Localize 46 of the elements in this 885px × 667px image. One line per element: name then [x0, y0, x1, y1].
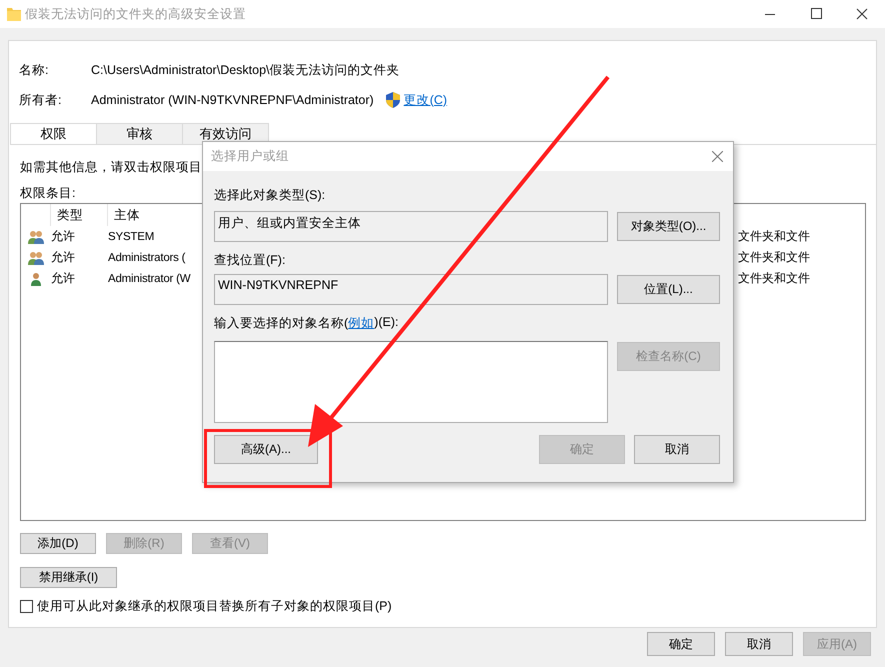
folder-icon [7, 7, 21, 21]
table-cell-text: 允许 [50, 270, 76, 287]
user-group-icon [28, 229, 44, 244]
table-cell-text: 允许 [50, 249, 76, 266]
table-cell-text: Administrator (W [107, 272, 192, 284]
table-cell-text: 允许 [50, 228, 76, 245]
close-icon[interactable] [712, 151, 723, 162]
object-names-input[interactable] [214, 341, 608, 423]
column-header[interactable]: 主体 [107, 204, 197, 226]
locations-button[interactable]: 位置(L)... [617, 275, 720, 304]
info-text: 如需其他信息，请双击权限项目 [20, 159, 202, 176]
checkbox-label: 使用可从此对象继承的权限项目替换所有子对象的权限项目(P) [37, 598, 392, 615]
location-field: WIN-N9TKVNREPNF [214, 274, 608, 305]
change-owner-link[interactable]: 更改(C) [404, 92, 448, 108]
object-types-button[interactable]: 对象类型(O)... [617, 212, 720, 241]
dialog-button[interactable]: 取消 [725, 632, 793, 656]
object-type-field: 用户、组或内置安全主体 [214, 211, 608, 242]
disable-inheritance-button[interactable]: 禁用继承(I) [20, 567, 117, 588]
checkbox[interactable] [20, 600, 33, 613]
field-label: 名称: [19, 62, 50, 78]
action-button[interactable]: 添加(D) [20, 533, 96, 554]
field-label: 输入要选择的对象名称( [214, 315, 348, 332]
dialog-button[interactable]: 确定 [647, 632, 715, 656]
examples-link[interactable]: 例如 [348, 315, 374, 333]
field-label: )(E): [374, 315, 398, 331]
field-label: 所有者: [19, 92, 62, 108]
field-label: 查找位置(F): [214, 252, 286, 269]
field-label: 选择此对象类型(S): [214, 187, 326, 204]
dialog-title: 选择用户或组 [211, 148, 289, 165]
table-cell-text: 文件夹和文件 [737, 249, 811, 266]
advanced-button[interactable]: 高级(A)... [214, 435, 318, 464]
user-icon [30, 271, 42, 286]
window-title: 假装无法访问的文件夹的高级安全设置 [25, 6, 246, 22]
table-cell-text: 文件夹和文件 [737, 228, 811, 245]
folder-path: C:\Users\Administrator\Desktop\假装无法访问的文件夹 [91, 62, 400, 78]
owner-name: Administrator (WIN-N9TKVNREPNF\Administrator) [91, 93, 374, 107]
shield-icon [386, 92, 400, 108]
table-cell-text: Administrators ( [107, 252, 186, 264]
cancel-button[interactable]: 取消 [634, 435, 720, 464]
table-cell-text: SYSTEM [107, 230, 156, 242]
table-cell-text: 文件夹和文件 [737, 270, 811, 287]
column-header[interactable]: 类型 [50, 204, 107, 226]
tab[interactable]: 审核 [96, 123, 183, 144]
user-group-icon [28, 250, 44, 265]
section-label: 权限条目: [20, 185, 76, 202]
tab[interactable]: 权限 [10, 123, 97, 144]
